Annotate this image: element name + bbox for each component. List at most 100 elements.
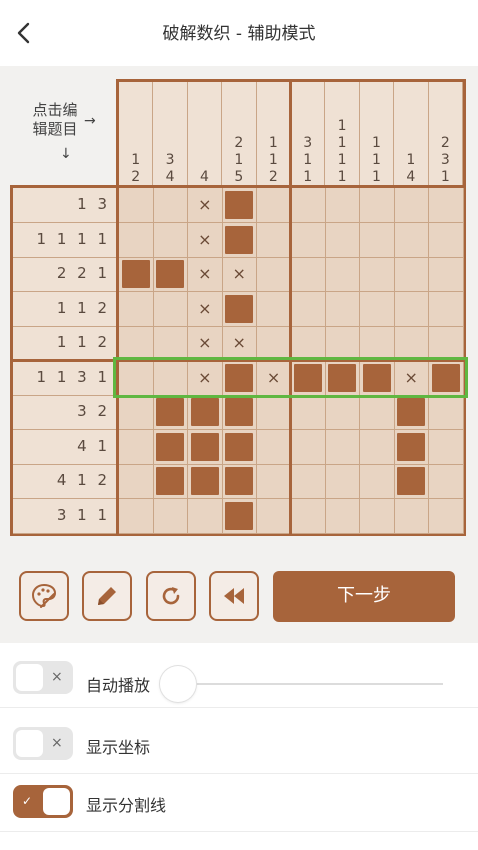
grid-cell-filled[interactable]	[222, 429, 258, 465]
grid-cell[interactable]	[394, 326, 430, 361]
grid-cell[interactable]	[359, 498, 395, 534]
grid-cell[interactable]	[119, 429, 154, 465]
pencil-tool-button[interactable]	[82, 571, 132, 621]
grid-cell-filled[interactable]	[222, 291, 258, 327]
grid-cell[interactable]	[153, 222, 189, 258]
grid-cell-filled[interactable]	[394, 464, 430, 499]
grid-cell[interactable]	[291, 429, 326, 465]
grid-cell[interactable]	[256, 395, 292, 430]
grid-cell-crossed[interactable]: ×	[187, 222, 223, 258]
grid-cell-filled[interactable]	[222, 498, 258, 534]
grid-cell-filled[interactable]	[119, 257, 154, 292]
grid-cell[interactable]	[325, 464, 361, 499]
grid-cell[interactable]	[359, 188, 395, 223]
grid-cell[interactable]	[394, 188, 430, 223]
grid-cell[interactable]	[256, 498, 292, 534]
grid-cell[interactable]	[394, 498, 430, 534]
grid-cell-filled[interactable]	[153, 257, 189, 292]
grid-cell[interactable]	[428, 222, 464, 258]
grid-cell-crossed[interactable]: ×	[187, 291, 223, 327]
grid-cell[interactable]	[428, 257, 464, 292]
grid-cell[interactable]	[325, 429, 361, 465]
palette-tool-button[interactable]	[19, 571, 69, 621]
grid-cell[interactable]	[256, 188, 292, 223]
grid-cell[interactable]	[325, 395, 361, 430]
grid-cell[interactable]	[394, 257, 430, 292]
grid-cell[interactable]	[153, 498, 189, 534]
grid-cell[interactable]	[291, 464, 326, 499]
next-step-button[interactable]: 下一步	[273, 571, 455, 622]
grid-cell[interactable]	[291, 257, 326, 292]
grid-cell[interactable]	[291, 395, 326, 430]
grid-cell[interactable]	[359, 395, 395, 430]
grid-cell[interactable]	[153, 291, 189, 327]
grid-cell[interactable]	[119, 188, 154, 223]
grid-cell[interactable]	[428, 326, 464, 361]
grid-cell[interactable]	[325, 498, 361, 534]
grid-cell[interactable]	[256, 429, 292, 465]
grid-cell[interactable]	[291, 222, 326, 258]
grid-cell[interactable]	[359, 257, 395, 292]
grid-cell[interactable]	[153, 188, 189, 223]
grid-cell[interactable]	[325, 326, 361, 361]
grid-cell-filled[interactable]	[153, 395, 189, 430]
grid-cell-filled[interactable]	[187, 464, 223, 499]
edit-puzzle-hint[interactable]: 点击编 辑题目 → ↓	[10, 79, 116, 185]
grid-cell[interactable]	[428, 291, 464, 327]
grid-cell-filled[interactable]	[153, 464, 189, 499]
grid-cell[interactable]	[428, 395, 464, 430]
reset-button[interactable]	[146, 571, 196, 621]
grid-cell-crossed[interactable]: ×	[187, 257, 223, 292]
grid-cell-filled[interactable]	[222, 395, 258, 430]
grid-cell[interactable]	[119, 291, 154, 327]
grid-cell-crossed[interactable]: ×	[187, 188, 223, 223]
grid-cell[interactable]	[256, 464, 292, 499]
grid-cell[interactable]	[119, 222, 154, 258]
grid-cell-crossed[interactable]: ×	[222, 326, 258, 361]
grid-cell[interactable]	[359, 429, 395, 465]
grid-cell[interactable]	[428, 498, 464, 534]
grid-cell[interactable]	[325, 257, 361, 292]
grid-cell[interactable]	[325, 188, 361, 223]
grid-cell-crossed[interactable]: ×	[222, 257, 258, 292]
grid-cell[interactable]	[119, 395, 154, 430]
grid-cell-filled[interactable]	[187, 395, 223, 430]
grid-cell[interactable]	[256, 291, 292, 327]
grid-cell[interactable]	[153, 326, 189, 361]
grid-cell-filled[interactable]	[222, 464, 258, 499]
grid-cell[interactable]	[394, 291, 430, 327]
slider-thumb[interactable]	[160, 666, 196, 702]
grid-cell[interactable]	[325, 291, 361, 327]
grid-cell[interactable]	[119, 498, 154, 534]
show-dividers-toggle[interactable]: ✓	[13, 785, 73, 818]
grid-cell[interactable]	[291, 498, 326, 534]
grid-cell[interactable]	[359, 326, 395, 361]
grid-cell[interactable]	[119, 326, 154, 361]
show-coordinates-toggle[interactable]: ×	[13, 727, 73, 760]
grid-cell[interactable]	[291, 326, 326, 361]
grid-cell[interactable]	[394, 222, 430, 258]
grid-cell[interactable]	[256, 222, 292, 258]
grid-cell-crossed[interactable]: ×	[187, 326, 223, 361]
grid-cell[interactable]	[359, 222, 395, 258]
grid-cell[interactable]	[428, 188, 464, 223]
grid-cell-filled[interactable]	[153, 429, 189, 465]
grid-cell[interactable]	[291, 291, 326, 327]
grid-cell-filled[interactable]	[222, 188, 258, 223]
autoplay-speed-slider[interactable]	[176, 683, 443, 685]
rewind-button[interactable]	[209, 571, 259, 621]
autoplay-toggle[interactable]: ×	[13, 661, 73, 694]
grid-cell-filled[interactable]	[394, 429, 430, 465]
grid-cell[interactable]	[428, 464, 464, 499]
grid-cell-filled[interactable]	[394, 395, 430, 430]
grid-cell[interactable]	[256, 326, 292, 361]
grid-cell[interactable]	[359, 464, 395, 499]
grid-cell[interactable]	[428, 429, 464, 465]
grid-cell[interactable]	[119, 464, 154, 499]
grid-cell-filled[interactable]	[222, 222, 258, 258]
grid-cell-filled[interactable]	[187, 429, 223, 465]
grid-cell[interactable]	[325, 222, 361, 258]
grid-cell[interactable]	[187, 498, 223, 534]
grid-cell[interactable]	[291, 188, 326, 223]
grid-cell[interactable]	[359, 291, 395, 327]
